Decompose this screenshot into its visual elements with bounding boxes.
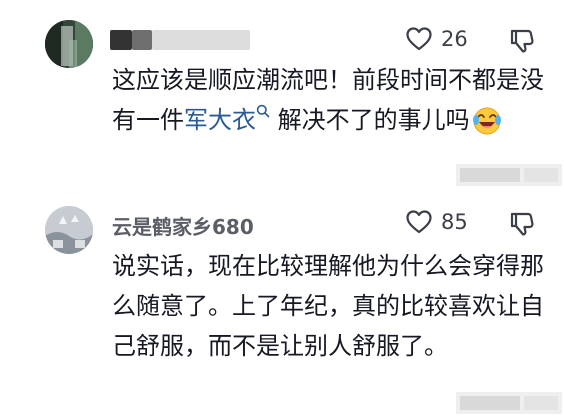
avatar-image — [45, 206, 93, 254]
comment-text: 说实话，现在比较理解他为什么会穿得那么随意了。上了年纪，真的比较喜欢让自己舒服，… — [112, 252, 544, 360]
like-count: 85 — [441, 210, 468, 234]
thumb-down-outline-icon[interactable] — [508, 210, 536, 238]
like-count: 26 — [441, 27, 468, 51]
username-blurred[interactable] — [110, 30, 250, 50]
avatar[interactable] — [45, 206, 93, 254]
like-group[interactable]: 85 — [405, 208, 468, 236]
keyword-link[interactable]: 军大衣 — [184, 104, 270, 134]
comment-text-after: 解决不了的事儿吗 — [277, 106, 470, 134]
username[interactable]: 云是鹤家乡680 — [112, 211, 254, 240]
like-group[interactable]: 26 — [405, 25, 468, 53]
avatar-image — [45, 20, 93, 68]
thumb-down-outline-icon[interactable] — [508, 27, 536, 55]
comment-text: 这应该是顺应潮流吧！前段时间不都是没有一件军大衣 解决不了的事儿吗 — [112, 60, 552, 140]
watermark-blur — [456, 164, 562, 186]
keyword-text: 军大衣 — [184, 106, 256, 134]
heart-outline-icon[interactable] — [405, 208, 433, 236]
comment-item: 26 这应该是顺应潮流吧！前段时间不都是没有一件军大衣 解决不了的事儿吗 — [0, 0, 564, 196]
heart-outline-icon[interactable] — [405, 25, 433, 53]
avatar[interactable] — [45, 20, 93, 68]
search-mini-icon — [256, 104, 270, 118]
watermark-blur — [456, 392, 562, 414]
laughing-crying-emoji — [472, 107, 501, 135]
